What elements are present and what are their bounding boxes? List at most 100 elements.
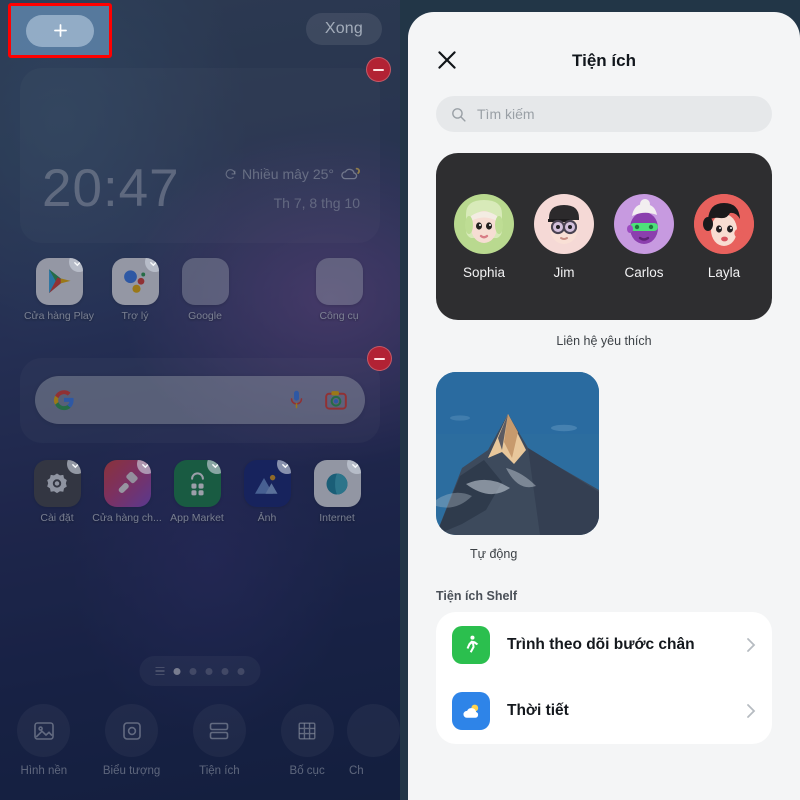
app-label: Trợ lý xyxy=(121,310,149,322)
app-cell-assistant[interactable]: Trợ lý xyxy=(100,258,170,322)
list-item[interactable]: Thời tiết xyxy=(436,678,772,744)
tool-wallpaper[interactable]: Hình nền xyxy=(0,704,88,777)
page-indicator[interactable] xyxy=(139,656,261,686)
google-folder-icon xyxy=(181,258,229,305)
contact-item[interactable]: Sophia xyxy=(447,193,521,280)
remove-clock-widget-button[interactable] xyxy=(366,57,391,82)
tool-label: Bố cục xyxy=(289,765,325,777)
tool-icon-style[interactable]: Biểu tượng xyxy=(88,704,176,777)
icon-style-icon xyxy=(105,704,159,757)
widget-sheet: Tiện ích Tìm kiếm Sophia Jim Carlos Layl… xyxy=(408,12,800,800)
tools-folder-icon xyxy=(315,258,363,305)
widgets-icon xyxy=(192,704,246,757)
more-icon xyxy=(347,704,400,757)
cloud-sun-glyph xyxy=(462,704,478,718)
app-cell-internet[interactable]: Internet xyxy=(302,460,372,524)
play-store-icon xyxy=(35,258,83,305)
check-icon xyxy=(352,460,361,468)
contact-item[interactable]: Jim xyxy=(527,193,601,280)
widget-picker-panel: Tiện ích Tìm kiếm Sophia Jim Carlos Layl… xyxy=(400,0,800,800)
tool-widgets[interactable]: Tiện ích xyxy=(176,704,264,777)
tool-layout[interactable]: Bố cục xyxy=(263,704,351,777)
close-icon[interactable] xyxy=(434,47,460,73)
app-label: Ảnh xyxy=(257,512,277,524)
app-cell-theme-store[interactable]: Cửa hàng ch... xyxy=(92,460,162,524)
mountain-photo xyxy=(436,372,599,535)
avatar xyxy=(454,193,514,254)
page-dot-3[interactable] xyxy=(205,667,213,675)
assistant-glyph xyxy=(124,269,146,293)
weather-icon xyxy=(452,692,490,730)
app-cell-play-store[interactable]: Cửa hàng Play xyxy=(18,258,100,322)
google-search-widget[interactable] xyxy=(20,346,392,443)
layout-grid-icon xyxy=(280,704,334,757)
search-icon xyxy=(452,107,466,122)
page-dot-5[interactable] xyxy=(237,667,245,675)
page-dot-1[interactable] xyxy=(173,667,181,675)
check-icon xyxy=(282,460,291,468)
gear-glyph xyxy=(47,473,67,493)
weather-text: Nhiều mây 25° xyxy=(242,166,334,182)
settings-icon xyxy=(33,460,81,507)
weather-summary: Nhiều mây 25° xyxy=(224,166,362,182)
clock-weather-widget[interactable]: 20:47 Nhiều mây 25° Th 7, 8 thg 10 xyxy=(20,57,391,243)
photos-glyph xyxy=(255,474,278,494)
check-icon xyxy=(74,258,83,266)
search-placeholder: Tìm kiếm xyxy=(477,106,535,122)
home-screen-edit-panel: 20:47 Nhiều mây 25° Th 7, 8 thg 10 Cửa h… xyxy=(0,0,400,800)
remove-search-widget-button[interactable] xyxy=(367,346,392,371)
app-cell-google-folder[interactable]: Google xyxy=(170,258,240,322)
app-label: Google xyxy=(188,310,222,322)
google-assistant-icon xyxy=(111,258,159,305)
sheet-header: Tiện ích xyxy=(408,12,800,96)
chevron-right-icon xyxy=(747,704,756,718)
app-row-2: Cài đặt Cửa hàng ch... App Market Ảnh In… xyxy=(0,460,400,524)
avatar xyxy=(614,193,674,254)
wallpaper-glyph xyxy=(34,721,54,740)
page-list-icon xyxy=(155,666,165,676)
app-label: Cửa hàng ch... xyxy=(92,512,162,524)
tool-more[interactable]: Ch xyxy=(347,704,400,777)
voice-search-icon[interactable] xyxy=(288,389,305,411)
google-search-bar[interactable] xyxy=(35,376,365,424)
auto-widget-caption: Tự động xyxy=(470,547,518,561)
contacts-widget-caption: Liên hệ yêu thích xyxy=(556,334,652,348)
avatar xyxy=(694,193,754,254)
check-icon xyxy=(142,460,151,468)
shelf-section-label: Tiện ích Shelf xyxy=(436,589,518,603)
app-cell-settings[interactable]: Cài đặt xyxy=(22,460,92,524)
chevron-right-icon xyxy=(747,638,756,652)
walking-glyph xyxy=(466,635,479,653)
done-button[interactable]: Xong xyxy=(305,13,382,45)
contact-item[interactable]: Layla xyxy=(687,193,761,280)
tool-label: Biểu tượng xyxy=(102,765,161,777)
app-cell-photos[interactable]: Ảnh xyxy=(232,460,302,524)
app-cell-tools-folder[interactable]: Công cụ xyxy=(304,258,374,322)
list-item-title: Thời tiết xyxy=(507,702,569,719)
app-cell-app-market[interactable]: App Market xyxy=(162,460,232,524)
favorite-contacts-widget-preview[interactable]: Sophia Jim Carlos Layla xyxy=(436,153,772,320)
memoji-sophia-icon xyxy=(465,199,503,243)
add-button[interactable] xyxy=(26,14,94,47)
check-icon xyxy=(72,460,81,468)
list-item[interactable]: Trình theo dõi bước chân xyxy=(436,612,772,678)
theme-store-icon xyxy=(103,460,151,507)
edit-mode-topbar: Xong xyxy=(0,0,400,58)
auto-widget-preview[interactable] xyxy=(436,372,599,535)
page-dot-2[interactable] xyxy=(189,667,197,675)
step-tracker-icon xyxy=(452,626,490,664)
widgets-glyph xyxy=(210,722,229,739)
page-title: Tiện ích xyxy=(572,51,636,70)
screenshot-root: 20:47 Nhiều mây 25° Th 7, 8 thg 10 Cửa h… xyxy=(0,0,800,800)
tool-label: Ch xyxy=(349,765,364,777)
app-label: Internet xyxy=(319,512,355,524)
cloud-sun-icon xyxy=(341,167,361,180)
add-widget-highlight-box xyxy=(8,3,112,58)
list-item-title: Trình theo dõi bước chân xyxy=(507,636,695,653)
google-lens-icon[interactable] xyxy=(325,390,347,410)
memoji-carlos-icon xyxy=(627,198,658,244)
contact-item[interactable]: Carlos xyxy=(607,193,681,280)
page-dot-4[interactable] xyxy=(221,667,229,675)
search-input[interactable]: Tìm kiếm xyxy=(436,96,772,132)
clock-date: Th 7, 8 thg 10 xyxy=(273,195,360,211)
